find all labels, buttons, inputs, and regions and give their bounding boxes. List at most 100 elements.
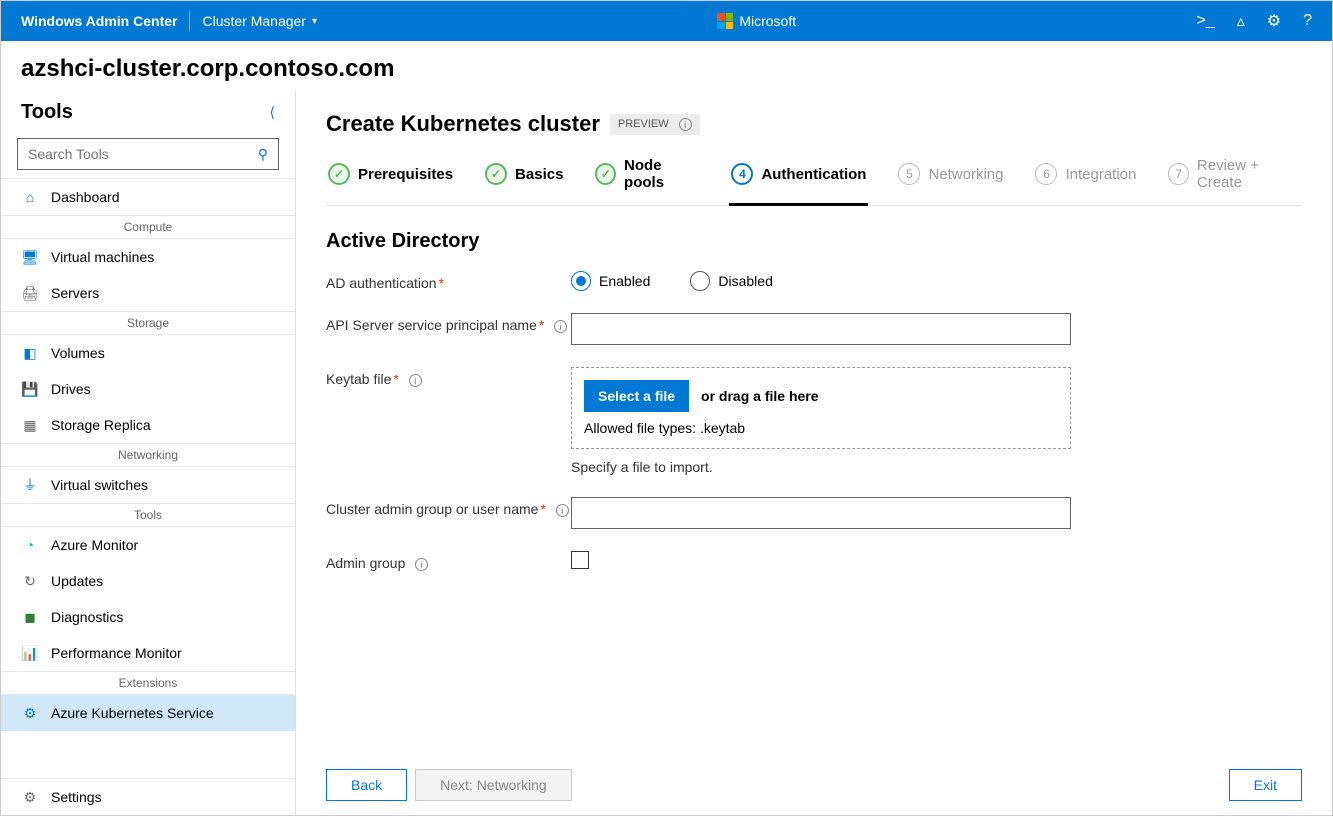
step-review-create[interactable]: 7 Review + Create — [1166, 157, 1302, 205]
gear-icon: ⚙ — [21, 789, 39, 805]
info-icon[interactable]: i — [554, 320, 567, 333]
ad-auth-label: AD authentication* — [326, 271, 571, 291]
brand-label: Microsoft — [739, 13, 796, 29]
search-tools-box[interactable]: ⚲ — [17, 138, 279, 170]
select-file-button[interactable]: Select a file — [584, 380, 689, 412]
nav-group-tools: Tools — [1, 504, 295, 527]
info-icon[interactable]: i — [556, 504, 569, 517]
next-button[interactable]: Next: Networking — [415, 769, 572, 801]
nav-group-storage: Storage — [1, 312, 295, 335]
notifications-icon[interactable]: ▵ — [1237, 11, 1245, 31]
keytab-dropzone[interactable]: Select a file or drag a file here Allowe… — [571, 367, 1071, 449]
breadcrumb-dropdown[interactable]: Cluster Manager ▾ — [202, 13, 317, 29]
step-prerequisites[interactable]: ✓ Prerequisites — [326, 157, 455, 205]
sidebar-item-label: Settings — [51, 789, 102, 805]
step-authentication[interactable]: 4 Authentication — [729, 157, 868, 205]
volumes-icon: ◧ — [21, 345, 39, 361]
check-icon: ✓ — [595, 163, 616, 185]
sidebar-item-azure-monitor[interactable]: ◔ Azure Monitor — [1, 527, 295, 563]
info-icon[interactable]: i — [409, 374, 422, 387]
storage-replica-icon: ▦ — [21, 417, 39, 433]
sidebar-item-aks[interactable]: ⚙ Azure Kubernetes Service — [1, 695, 295, 731]
admin-group-user-input[interactable] — [571, 497, 1071, 529]
sidebar-item-volumes[interactable]: ◧ Volumes — [1, 335, 295, 371]
step-node-pools[interactable]: ✓ Node pools — [593, 157, 701, 205]
app-name[interactable]: Windows Admin Center — [21, 13, 177, 29]
nav-group-compute: Compute — [1, 216, 295, 239]
help-icon[interactable]: ? — [1303, 12, 1312, 30]
search-icon: ⚲ — [258, 146, 268, 163]
step-networking[interactable]: 5 Networking — [896, 157, 1005, 205]
step-number: 6 — [1035, 163, 1057, 185]
page-title: Create Kubernetes cluster — [326, 111, 600, 137]
collapse-sidebar-icon[interactable]: ⟨ — [270, 104, 275, 121]
sidebar-item-updates[interactable]: ↻ Updates — [1, 563, 295, 599]
sidebar-item-drives[interactable]: 💾 Drives — [1, 371, 295, 407]
monitor-icon: 🖥 — [21, 249, 39, 265]
check-icon: ✓ — [485, 163, 507, 185]
api-spn-input[interactable] — [571, 313, 1071, 345]
divider — [189, 11, 190, 31]
tools-heading: Tools — [21, 101, 73, 124]
performance-icon: 📊 — [21, 645, 39, 661]
allowed-types: Allowed file types: .keytab — [584, 420, 1058, 436]
sidebar-item-label: Storage Replica — [51, 417, 151, 433]
drag-text: or drag a file here — [701, 388, 818, 404]
sidebar-item-dashboard[interactable]: ⌂ Dashboard — [1, 179, 295, 215]
main-content: Create Kubernetes cluster PREVIEW i ✓ Pr… — [296, 91, 1332, 815]
updates-icon: ↻ — [21, 573, 39, 589]
microsoft-logo-icon — [717, 13, 733, 29]
admin-group-user-label: Cluster admin group or user name* i — [326, 497, 571, 517]
info-icon[interactable]: i — [415, 558, 428, 571]
back-button[interactable]: Back — [326, 769, 407, 801]
nav-list: ⌂ Dashboard Compute 🖥 Virtual machines 🖨… — [1, 178, 295, 778]
sidebar-item-diagnostics[interactable]: ◼ Diagnostics — [1, 599, 295, 635]
nav-group-networking: Networking — [1, 444, 295, 467]
drives-icon: 💾 — [21, 381, 39, 397]
radio-disabled[interactable]: Disabled — [690, 271, 772, 291]
helper-text: Specify a file to import. — [571, 459, 1071, 475]
sidebar-item-settings[interactable]: ⚙ Settings — [1, 778, 295, 815]
cluster-title: azshci-cluster.corp.contoso.com — [1, 41, 1332, 91]
search-tools-input[interactable] — [28, 146, 258, 162]
step-integration[interactable]: 6 Integration — [1033, 157, 1138, 205]
step-basics[interactable]: ✓ Basics — [483, 157, 565, 205]
sidebar-item-virtual-machines[interactable]: 🖥 Virtual machines — [1, 239, 295, 275]
preview-badge: PREVIEW i — [610, 114, 700, 135]
sidebar-item-servers[interactable]: 🖨 Servers — [1, 275, 295, 311]
sidebar-item-label: Volumes — [51, 345, 105, 361]
sidebar-item-label: Dashboard — [51, 189, 120, 205]
terminal-icon[interactable]: >_ — [1196, 12, 1214, 30]
kubernetes-icon: ⚙ — [21, 705, 39, 721]
step-number: 7 — [1168, 163, 1189, 185]
check-icon: ✓ — [328, 163, 350, 185]
exit-button[interactable]: Exit — [1229, 769, 1302, 801]
sidebar-item-label: Diagnostics — [51, 609, 123, 625]
settings-gear-icon[interactable]: ⚙ — [1267, 11, 1281, 31]
breadcrumb-label: Cluster Manager — [202, 13, 306, 29]
sidebar-item-label: Virtual switches — [51, 477, 148, 493]
admin-group-checkbox[interactable] — [571, 551, 589, 569]
sidebar-item-label: Drives — [51, 381, 91, 397]
api-spn-label: API Server service principal name* i — [326, 313, 571, 333]
sidebar-item-label: Servers — [51, 285, 99, 301]
step-number: 5 — [898, 163, 920, 185]
sidebar-item-virtual-switches[interactable]: ⏚ Virtual switches — [1, 467, 295, 503]
switches-icon: ⏚ — [21, 477, 39, 493]
sidebar-item-storage-replica[interactable]: ▦ Storage Replica — [1, 407, 295, 443]
wizard-footer: Back Next: Networking Exit — [296, 754, 1332, 815]
sidebar-item-performance-monitor[interactable]: 📊 Performance Monitor — [1, 635, 295, 671]
section-title: Active Directory — [326, 230, 1302, 253]
sidebar-item-label: Azure Kubernetes Service — [51, 705, 214, 721]
server-icon: 🖨 — [21, 285, 39, 301]
sidebar-item-label: Updates — [51, 573, 103, 589]
sidebar-item-label: Azure Monitor — [51, 537, 138, 553]
info-icon[interactable]: i — [679, 118, 692, 131]
diagnostics-icon: ◼ — [21, 609, 39, 625]
wizard-steps: ✓ Prerequisites ✓ Basics ✓ Node pools 4 … — [326, 157, 1302, 206]
sidebar-item-label: Performance Monitor — [51, 645, 182, 661]
sidebar: Tools ⟨ ⚲ ⌂ Dashboard Compute 🖥 Virtual … — [1, 91, 296, 815]
top-bar: Windows Admin Center Cluster Manager ▾ M… — [1, 1, 1332, 41]
keytab-label: Keytab file* i — [326, 367, 571, 387]
radio-enabled[interactable]: Enabled — [571, 271, 650, 291]
